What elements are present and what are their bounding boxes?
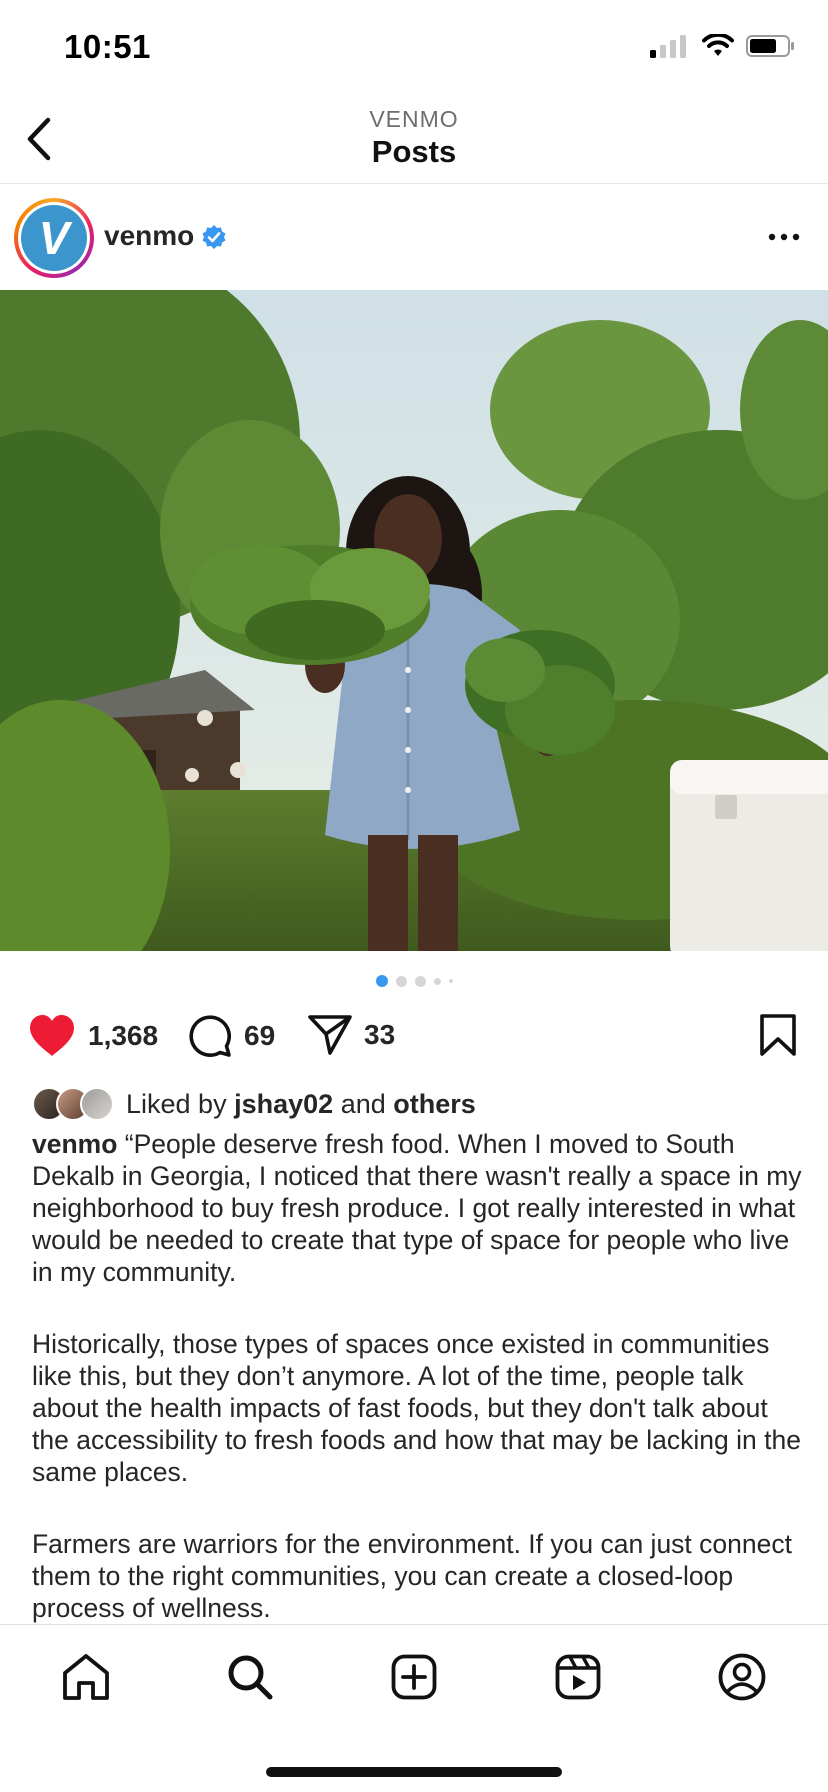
like-action: 1,368 (28, 1014, 158, 1058)
carousel-dot (448, 979, 453, 983)
status-time: 10:51 (64, 28, 151, 65)
more-horizontal-icon (768, 233, 800, 241)
home-icon (63, 1654, 109, 1700)
wifi-icon (702, 34, 734, 56)
venmo-logo-icon: V (21, 205, 87, 271)
send-icon[interactable] (308, 1014, 352, 1056)
liked-by-user[interactable]: jshay02 (234, 1089, 333, 1119)
caption-paragraph: Farmers are warriors for the environment… (32, 1529, 792, 1623)
liker-avatar (80, 1087, 114, 1121)
liked-by-others[interactable]: others (393, 1089, 476, 1119)
liked-by-row[interactable]: Liked by jshay02 and others (32, 1085, 476, 1123)
tab-search[interactable] (224, 1651, 276, 1703)
avatar[interactable]: V (14, 198, 94, 278)
liked-by-text: Liked by jshay02 and others (126, 1088, 476, 1119)
comment-count: 69 (244, 1020, 276, 1051)
nav-header: VENMO Posts (0, 96, 828, 184)
page-title: Posts (371, 134, 457, 169)
home-indicator (266, 1767, 562, 1777)
tab-profile[interactable] (716, 1651, 768, 1703)
caption-paragraph: Historically, those types of spaces once… (32, 1329, 801, 1487)
post-image[interactable] (0, 290, 828, 951)
tab-reels[interactable] (552, 1651, 604, 1703)
search-icon (228, 1655, 273, 1700)
tab-home[interactable] (60, 1651, 112, 1703)
bottom-tab-bar (0, 1624, 828, 1792)
heart-icon[interactable] (28, 1014, 76, 1058)
verified-badge-icon (202, 225, 226, 249)
battery-icon (746, 35, 794, 57)
carousel-dot (433, 977, 441, 985)
post-username[interactable]: venmo (104, 220, 194, 252)
post-header: V venmo (0, 184, 828, 290)
carousel-dot-active (375, 975, 388, 987)
share-count: 33 (364, 1019, 396, 1050)
save-button[interactable] (760, 1014, 796, 1061)
create-icon (391, 1654, 437, 1700)
tab-create[interactable] (388, 1651, 440, 1703)
like-count: 1,368 (88, 1020, 159, 1051)
status-icons (650, 34, 796, 58)
carousel-dot (395, 975, 407, 987)
carousel-indicator (0, 974, 828, 988)
comment-action: 69 (188, 1014, 275, 1058)
caption-username[interactable]: venmo (32, 1129, 117, 1159)
header-subtitle: VENMO (369, 106, 459, 132)
more-options-button[interactable] (764, 222, 804, 252)
post-caption: venmo “People deserve fresh food. When I… (32, 1128, 804, 1664)
caption-paragraph: venmo “People deserve fresh food. When I… (32, 1129, 802, 1287)
status-bar: 10:51 (0, 0, 828, 96)
share-action: 33 (308, 1014, 395, 1056)
post-photo (0, 290, 828, 951)
reels-icon (555, 1654, 601, 1700)
profile-icon (718, 1653, 766, 1701)
comment-icon[interactable] (188, 1014, 232, 1058)
bookmark-icon (760, 1014, 796, 1056)
carousel-dot (414, 975, 426, 987)
post-action-bar: 1,368 69 33 (0, 1008, 828, 1064)
cellular-signal-icon (650, 35, 686, 58)
